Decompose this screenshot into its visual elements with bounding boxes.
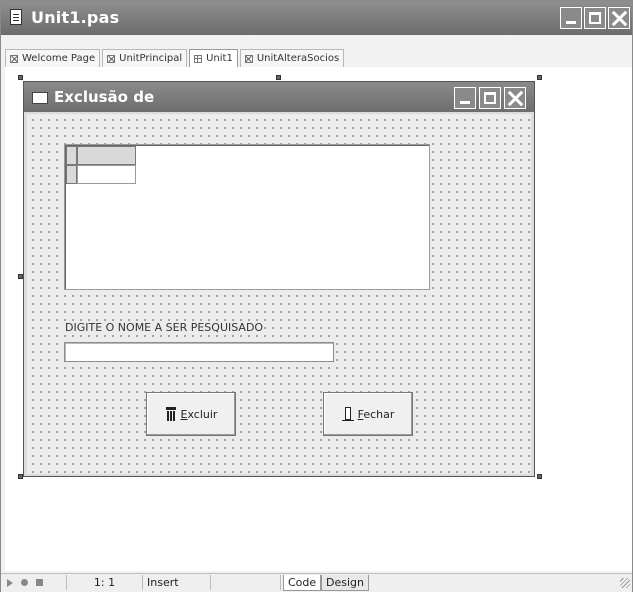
- form-client-area[interactable]: DIGITE O NOME A SER PESQUISADO Excluir F…: [27, 114, 531, 474]
- grid-corner-cell: [66, 146, 77, 165]
- resize-handle-top-right[interactable]: [537, 75, 542, 80]
- resize-handle-top-left[interactable]: [18, 75, 23, 80]
- macro-controls: [1, 575, 67, 590]
- resize-grip-icon[interactable]: [620, 578, 630, 588]
- form-window-icon: [32, 92, 48, 104]
- search-input[interactable]: [64, 342, 334, 362]
- tab-label: Welcome Page: [22, 53, 96, 64]
- tab-label: UnitAlteraSocios: [256, 53, 340, 64]
- tab-welcome-page[interactable]: Welcome Page: [5, 49, 101, 67]
- grid-data-cell[interactable]: [77, 165, 136, 184]
- maximize-button[interactable]: [584, 7, 606, 29]
- fechar-label: Fechar: [357, 407, 395, 421]
- minimize-button[interactable]: [560, 7, 582, 29]
- form-grid-icon: [194, 54, 203, 63]
- close-button[interactable]: [608, 7, 630, 29]
- tab-label: UnitPrincipal: [119, 53, 183, 64]
- tab-code[interactable]: Code: [283, 575, 322, 591]
- tab-unitalterasocios[interactable]: UnitAlteraSocios: [239, 49, 345, 67]
- excluir-button[interactable]: Excluir: [146, 392, 236, 436]
- stop-macro-icon[interactable]: [36, 579, 43, 586]
- resize-handle-bottom-right[interactable]: [537, 474, 542, 479]
- status-empty: [211, 575, 281, 590]
- form-maximize-button[interactable]: [479, 87, 501, 109]
- exit-door-icon: [341, 407, 354, 421]
- editor-tab-bar: Welcome Page UnitPrincipal Unit1 UnitAlt…: [5, 49, 345, 67]
- string-grid[interactable]: [64, 144, 430, 290]
- form-title: Exclusão de: [54, 88, 155, 106]
- tab-unit1[interactable]: Unit1: [189, 49, 238, 67]
- trash-icon: [165, 407, 177, 421]
- search-label: DIGITE O NOME A SER PESQUISADO: [64, 321, 265, 334]
- ide-window-title: Unit1.pas: [31, 8, 120, 27]
- designed-form[interactable]: Exclusão de DIGITE O NOME A SER PESQUISA…: [23, 81, 535, 477]
- ide-window: Unit1.pas Welcome Page UnitPrincipal Uni…: [0, 0, 633, 592]
- fechar-button[interactable]: Fechar: [323, 392, 413, 436]
- cursor-position: 1: 1: [67, 575, 143, 590]
- close-x-icon: [107, 54, 116, 63]
- close-x-icon: [10, 54, 18, 63]
- edit-mode: Insert: [143, 575, 211, 590]
- play-macro-icon[interactable]: [7, 578, 13, 587]
- tab-unitprincipal[interactable]: UnitPrincipal: [102, 49, 188, 67]
- grid-row-header[interactable]: [66, 165, 77, 184]
- document-icon: [10, 9, 22, 25]
- record-macro-icon[interactable]: [21, 579, 28, 586]
- tab-label: Unit1: [206, 53, 233, 64]
- form-title-bar[interactable]: Exclusão de: [24, 82, 534, 112]
- resize-handle-top[interactable]: [276, 75, 281, 80]
- form-close-button[interactable]: [504, 87, 526, 109]
- status-bar: 1: 1 Insert Code Design: [1, 573, 632, 592]
- close-x-icon: [244, 54, 253, 63]
- grid-column-header[interactable]: [77, 146, 136, 165]
- tab-design[interactable]: Design: [321, 575, 369, 591]
- ide-title-bar[interactable]: Unit1.pas: [1, 1, 632, 35]
- form-minimize-button[interactable]: [454, 87, 476, 109]
- excluir-label: Excluir: [180, 407, 218, 421]
